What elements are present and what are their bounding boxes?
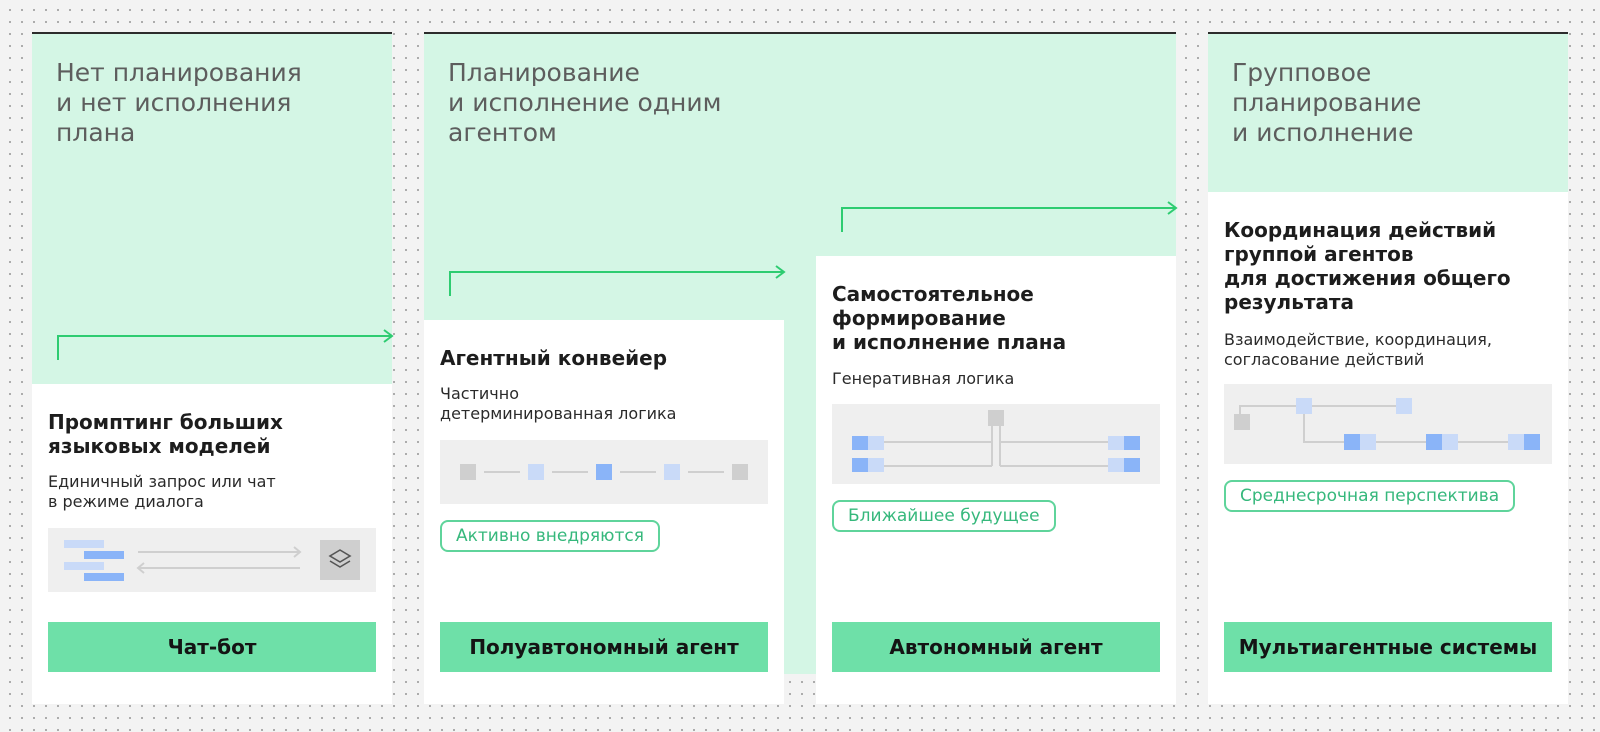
agent-node (1234, 414, 1250, 430)
message-bar (84, 573, 124, 581)
pipeline-node (664, 464, 680, 480)
autonomous-agent-button[interactable]: Автономный агент (832, 622, 1160, 672)
agent-node (1442, 434, 1458, 450)
agent-node (1296, 398, 1312, 414)
chat-diagram (64, 540, 360, 581)
agent-node (1426, 434, 1442, 450)
pipeline-node (460, 464, 476, 480)
pipeline-node (732, 464, 748, 480)
card-1-title: Промптинг больших языковых моделей (48, 410, 283, 458)
agent-node (1508, 434, 1524, 450)
message-bar (84, 551, 124, 559)
message-bar (64, 562, 104, 570)
multiagent-systems-button[interactable]: Мультиагентные системы (1224, 622, 1552, 672)
branch-node (852, 436, 868, 450)
card-4-subtitle: Взаимодействие, координация, согласовани… (1224, 330, 1492, 369)
card-3-title: Самостоятельное формирование и исполнени… (832, 282, 1067, 354)
pipeline-diagram (460, 464, 748, 480)
status-badge-mid-term: Среднесрочная перспектива (1224, 480, 1516, 512)
agent-node (1524, 434, 1540, 450)
pipeline-illustration (440, 440, 768, 504)
branch-node (868, 458, 884, 472)
branch-node (1124, 436, 1140, 450)
branch-node (1108, 436, 1124, 450)
branch-node (1108, 458, 1124, 472)
message-bar (64, 540, 104, 548)
card-1-subtitle: Единичный запрос или чат в режиме диалог… (48, 472, 276, 511)
root-node (988, 410, 1004, 426)
card-4-title: Координация действий группой агентов для… (1224, 218, 1511, 314)
layers-icon-bg (320, 540, 360, 580)
pipeline-node (596, 464, 612, 480)
status-badge-near-future: Ближайшее будущее (832, 500, 1056, 532)
multiagent-diagram (1234, 398, 1540, 450)
branch-node (852, 458, 868, 472)
branching-diagram (852, 410, 1140, 472)
status-badge-active: Активно внедряются (440, 520, 660, 552)
branch-node (868, 436, 884, 450)
agent-node (1344, 434, 1360, 450)
pipeline-node (528, 464, 544, 480)
agent-node (1396, 398, 1412, 414)
card-2-title: Агентный конвейер (440, 346, 668, 370)
card-3-subtitle: Генеративная логика (832, 369, 1015, 388)
multiagent-illustration (1224, 384, 1552, 464)
chatbot-button[interactable]: Чат-бот (48, 622, 376, 672)
branch-node (1124, 458, 1140, 472)
semi-autonomous-button[interactable]: Полуавтономный агент (440, 622, 768, 672)
card-2-subtitle: Частично детерминированная логика (440, 384, 677, 423)
autonomous-illustration (832, 404, 1160, 484)
chat-illustration (48, 528, 376, 592)
agent-node (1360, 434, 1376, 450)
